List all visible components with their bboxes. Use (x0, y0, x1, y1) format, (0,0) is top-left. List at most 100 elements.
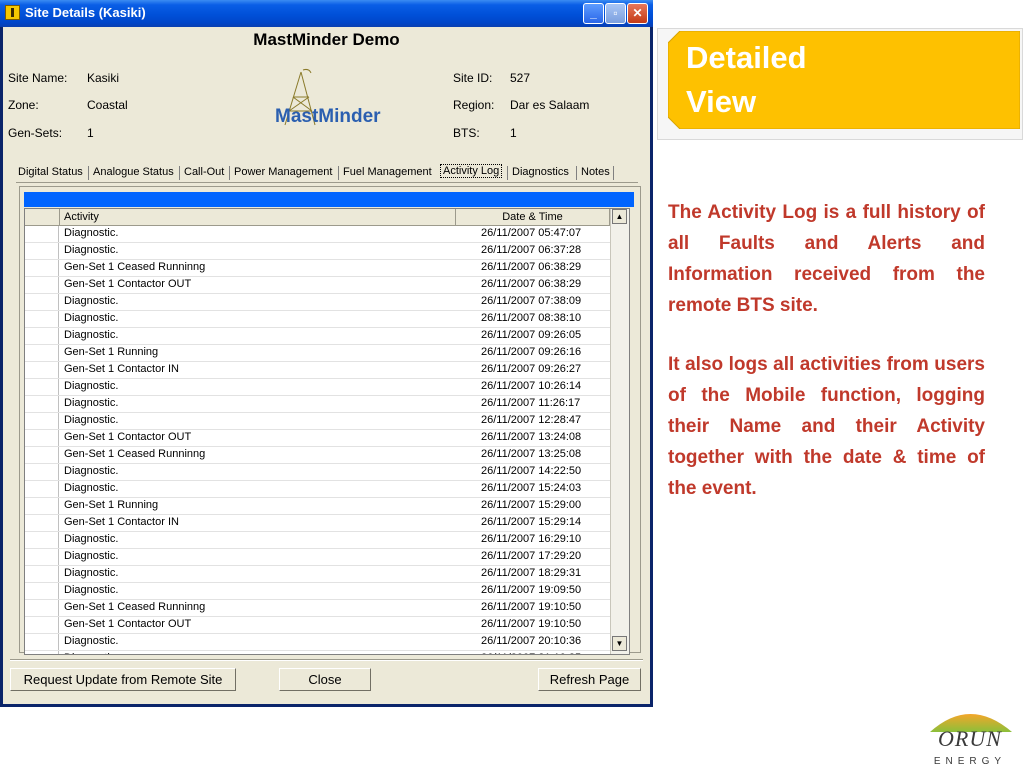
table-row[interactable]: Diagnostic. 26/11/2007 07:38:09 (25, 294, 629, 311)
row-selector[interactable] (25, 651, 59, 654)
brand-tagline: ENERGY (934, 756, 1006, 767)
tab-activity-log[interactable]: Activity Log (440, 164, 503, 178)
row-selector[interactable] (25, 549, 59, 565)
activity-log-description: The Activity Log is a full history of al… (668, 202, 985, 316)
row-selector[interactable] (25, 379, 59, 395)
scroll-down-button[interactable]: ▼ (612, 636, 627, 651)
logo-wordmark: MastMinder (275, 106, 381, 127)
table-row[interactable]: Gen-Set 1 Running 26/11/2007 15:29:00 (25, 498, 629, 515)
row-selector[interactable] (25, 277, 59, 293)
table-row[interactable]: Diagnostic. 26/11/2007 12:28:47 (25, 413, 629, 430)
datetime-cell: 26/11/2007 19:09:50 (481, 584, 582, 596)
tab-power-management[interactable]: Power Management (234, 166, 332, 178)
row-selector[interactable] (25, 481, 59, 497)
table-row[interactable]: Diagnostic. 26/11/2007 06:37:28 (25, 243, 629, 260)
row-selector[interactable] (25, 532, 59, 548)
row-selector[interactable] (25, 413, 59, 429)
row-selector[interactable] (25, 396, 59, 412)
tab-notes[interactable]: Notes (581, 166, 610, 178)
close-window-button[interactable]: ✕ (627, 3, 648, 24)
callout-line-2: View (686, 84, 757, 119)
grid-header: Activity Date & Time (25, 209, 629, 226)
row-selector[interactable] (25, 430, 59, 446)
tab-call-out[interactable]: Call-Out (184, 166, 224, 178)
zone-label: Zone: (8, 98, 39, 112)
activity-log-grid[interactable]: Activity Date & Time Diagnostic. 26/11/20… (24, 208, 630, 655)
row-selector[interactable] (25, 583, 59, 599)
row-selector[interactable] (25, 345, 59, 361)
datetime-cell: 26/11/2007 20:10:36 (481, 635, 582, 647)
row-selector[interactable] (25, 260, 59, 276)
activity-column-header[interactable]: Activity (60, 209, 456, 225)
gensets-label: Gen-Sets: (8, 126, 63, 140)
activity-rows: Diagnostic. 26/11/2007 05:47:07 Diagnostic… (25, 226, 629, 654)
grid-scrollbar[interactable]: ▲ ▼ (610, 209, 629, 654)
row-selector[interactable] (25, 226, 59, 242)
row-selector[interactable] (25, 498, 59, 514)
table-row[interactable]: Gen-Set 1 Contactor OUT 26/11/2007 19:10:… (25, 617, 629, 634)
table-row[interactable]: Gen-Set 1 Running 26/11/2007 09:26:16 (25, 345, 629, 362)
table-row[interactable]: Diagnostic. 26/11/2007 10:26:14 (25, 379, 629, 396)
datetime-cell: 26/11/2007 12:28:47 (481, 414, 582, 426)
scroll-up-button[interactable]: ▲ (612, 209, 627, 224)
activity-log-banner (24, 192, 634, 207)
row-selector[interactable] (25, 311, 59, 327)
minimize-button[interactable]: _ (583, 3, 604, 24)
gensets-value: 1 (87, 126, 94, 140)
table-row[interactable]: Gen-Set 1 Ceased Runninng 26/11/2007 06:3… (25, 260, 629, 277)
datetime-cell: 26/11/2007 19:10:50 (481, 601, 582, 613)
row-selector[interactable] (25, 566, 59, 582)
window-title: Site Details (Kasiki) (25, 5, 146, 20)
button-divider (10, 659, 643, 661)
table-row[interactable]: Diagnostic. 26/11/2007 09:26:05 (25, 328, 629, 345)
table-row[interactable]: Diagnostic. 26/11/2007 17:29:20 (25, 549, 629, 566)
tab-digital-status[interactable]: Digital Status (18, 166, 83, 178)
table-row[interactable]: Diagnostic. 26/11/2007 15:24:03 (25, 481, 629, 498)
table-row[interactable]: Diagnostic. 26/11/2007 20:10:36 (25, 634, 629, 651)
row-selector[interactable] (25, 447, 59, 463)
table-row[interactable]: Diagnostic. 26/11/2007 08:38:10 (25, 311, 629, 328)
row-selector[interactable] (25, 464, 59, 480)
table-row[interactable]: Gen-Set 1 Contactor OUT 26/11/2007 13:24:… (25, 430, 629, 447)
table-row[interactable]: Diagnostic. 26/11/2007 16:29:10 (25, 532, 629, 549)
tab-diagnostics[interactable]: Diagnostics (512, 166, 569, 178)
table-row[interactable]: Diagnostic. 26/11/2007 14:22:50 (25, 464, 629, 481)
table-row[interactable]: Gen-Set 1 Contactor IN 26/11/2007 15:29:1… (25, 515, 629, 532)
activity-cell: Gen-Set 1 Ceased Runninng (64, 448, 206, 460)
activity-cell: Gen-Set 1 Contactor OUT (64, 618, 192, 630)
row-selector[interactable] (25, 243, 59, 259)
datetime-cell: 26/11/2007 16:29:10 (481, 533, 582, 545)
activity-cell: Gen-Set 1 Running (64, 346, 159, 358)
row-selector[interactable] (25, 600, 59, 616)
table-row[interactable]: Diagnostic. 26/11/2007 18:29:31 (25, 566, 629, 583)
table-row[interactable]: Diagnostic. 26/11/2007 11:26:17 (25, 396, 629, 413)
tab-separator (338, 166, 339, 180)
table-row[interactable]: Diagnostic. 26/11/2007 05:47:07 (25, 226, 629, 243)
activity-cell: Diagnostic. (64, 465, 119, 477)
table-row[interactable]: Diagnostic. 26/11/2007 21:10:35 (25, 651, 629, 654)
row-selector[interactable] (25, 617, 59, 633)
table-row[interactable]: Gen-Set 1 Contactor IN 26/11/2007 09:26:2… (25, 362, 629, 379)
tab-fuel-management[interactable]: Fuel Management (343, 166, 432, 178)
row-selector[interactable] (25, 328, 59, 344)
refresh-page-button[interactable]: Refresh Page (538, 668, 641, 691)
zone-value: Coastal (87, 98, 128, 112)
table-row[interactable]: Gen-Set 1 Contactor OUT 26/11/2007 06:38:… (25, 277, 629, 294)
window-titlebar[interactable]: Site Details (Kasiki) _ ▫ ✕ (0, 0, 653, 27)
row-selector[interactable] (25, 634, 59, 650)
datetime-cell: 26/11/2007 13:24:08 (481, 431, 582, 443)
table-row[interactable]: Gen-Set 1 Ceased Runninng 26/11/2007 13:2… (25, 447, 629, 464)
close-button[interactable]: Close (279, 668, 371, 691)
activity-cell: Diagnostic. (64, 227, 119, 239)
row-selector[interactable] (25, 362, 59, 378)
tab-analogue-status[interactable]: Analogue Status (93, 166, 174, 178)
table-row[interactable]: Gen-Set 1 Ceased Runninng 26/11/2007 19:1… (25, 600, 629, 617)
row-selector[interactable] (25, 294, 59, 310)
row-selector[interactable] (25, 515, 59, 531)
request-update-button[interactable]: Request Update from Remote Site (10, 668, 236, 691)
datetime-cell: 26/11/2007 17:29:20 (481, 550, 582, 562)
datetime-column-header[interactable]: Date & Time (456, 209, 610, 225)
maximize-button[interactable]: ▫ (605, 3, 626, 24)
table-row[interactable]: Diagnostic. 26/11/2007 19:09:50 (25, 583, 629, 600)
datetime-cell: 26/11/2007 15:29:00 (481, 499, 582, 511)
